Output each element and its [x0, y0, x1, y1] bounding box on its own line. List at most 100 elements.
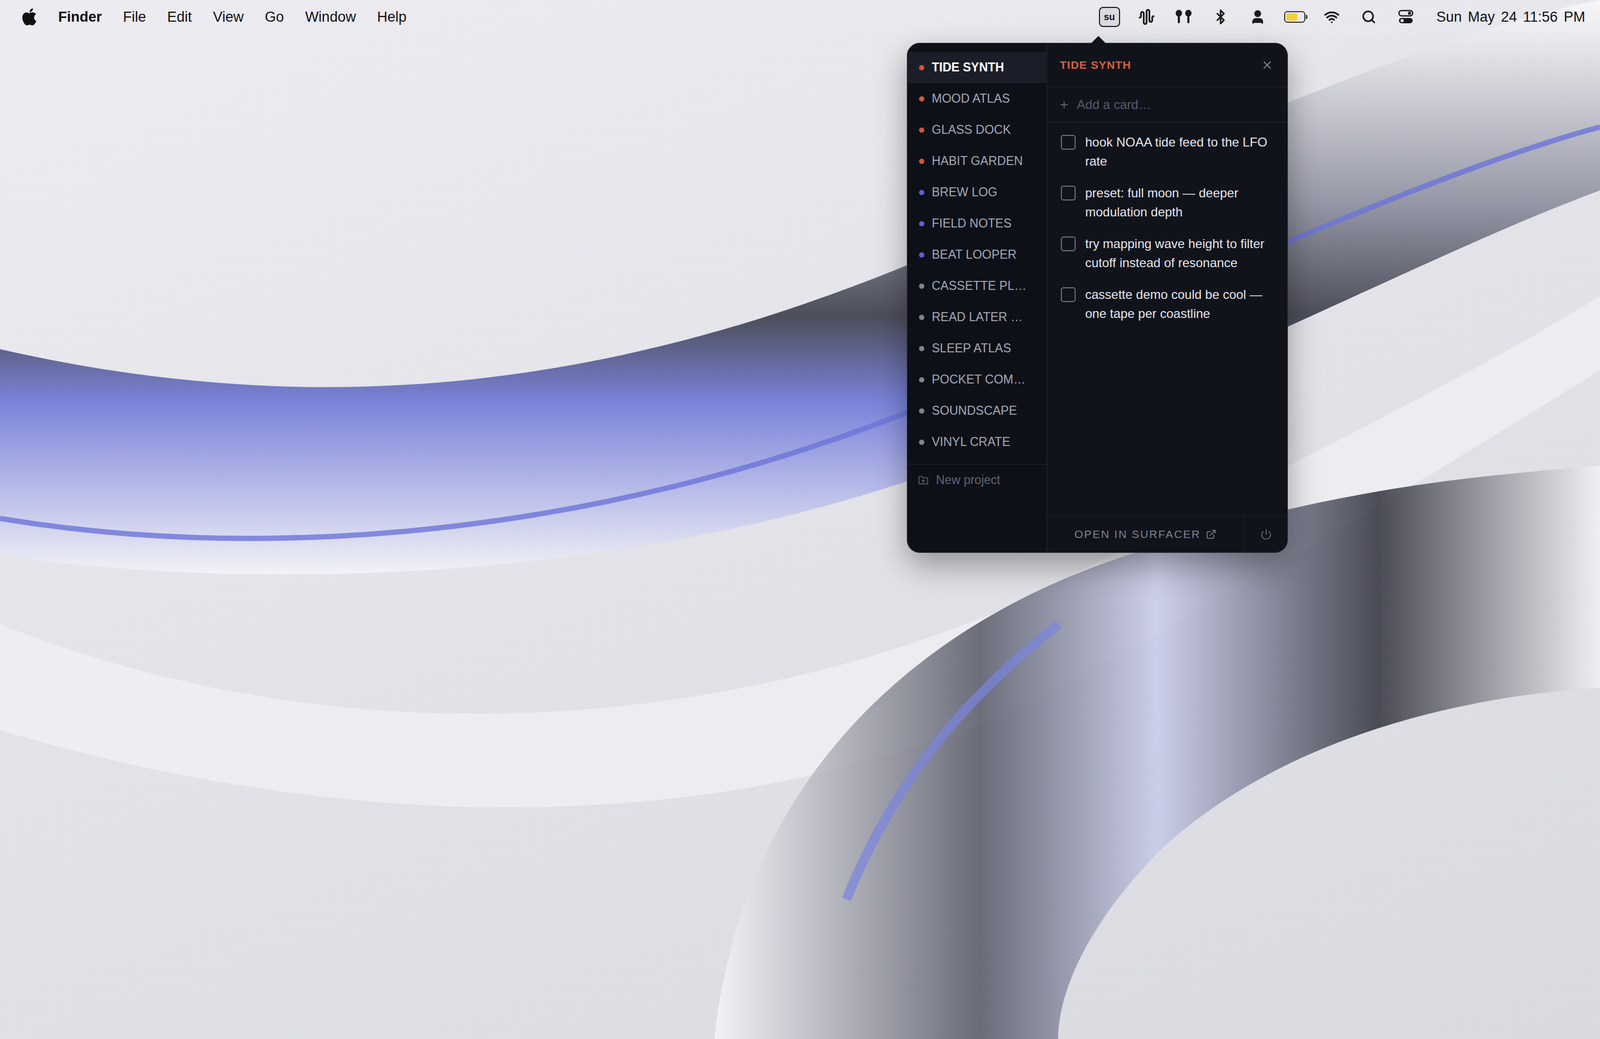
project-dot [919, 252, 925, 258]
add-card-row: + [1047, 87, 1288, 123]
card: try mapping wave height to filter cutoff… [1060, 234, 1275, 273]
card-text: hook NOAA tide feed to the LFO rate [1085, 132, 1275, 171]
project-name: SOUNDSCAPE [931, 403, 1017, 418]
add-card-input[interactable] [1075, 96, 1275, 113]
open-in-app-button[interactable]: OPEN IN SURFACER [1047, 515, 1244, 553]
bluetooth-icon[interactable] [1212, 8, 1229, 25]
project-sidebar: TIDE SYNTH MOOD ATLAS GLASS DOCK HABIT GARD… [907, 43, 1048, 553]
control-center-icon[interactable] [1397, 9, 1414, 25]
project-dot [919, 314, 925, 321]
project-item[interactable]: POCKET COM… [907, 364, 1047, 396]
battery-status[interactable] [1284, 6, 1306, 28]
menu-item[interactable]: File [123, 8, 147, 26]
waveform-status[interactable] [1135, 6, 1158, 28]
project-item[interactable]: CASSETTE PL… [907, 270, 1047, 302]
project-name: POCKET COM… [931, 372, 1026, 387]
project-dot [919, 96, 925, 102]
card: hook NOAA tide feed to the LFO rate [1060, 132, 1275, 171]
card-text: try mapping wave height to filter cutoff… [1085, 234, 1275, 273]
app-menu[interactable]: Finder [58, 8, 103, 26]
project-name: GLASS DOCK [931, 122, 1012, 138]
battery-icon[interactable] [1284, 11, 1306, 23]
menu-item[interactable]: View [213, 8, 244, 26]
card-checkbox[interactable] [1060, 287, 1076, 303]
project-item[interactable]: HABIT GARDEN [907, 145, 1047, 177]
menu-bar: Finder File Edit View Go Window Help su Sun May … [0, 0, 1600, 34]
open-label: OPEN IN SURFACER [1074, 528, 1202, 541]
project-item[interactable]: SLEEP ATLAS [907, 332, 1047, 365]
project-name: TIDE SYNTH [931, 60, 1005, 75]
project-dot [919, 127, 925, 133]
project-dot [919, 221, 925, 227]
project-name: VINYL CRATE [931, 434, 1011, 450]
bluetooth-status[interactable] [1210, 6, 1232, 28]
apple-icon[interactable] [21, 7, 38, 26]
card-checkbox[interactable] [1060, 134, 1076, 150]
project-dot [919, 408, 925, 414]
sidebar-divider [907, 464, 1047, 465]
battery-fill [1286, 13, 1298, 21]
project-dot [919, 346, 925, 352]
new-project-button[interactable]: New project [907, 464, 1047, 496]
close-icon[interactable] [1260, 58, 1274, 72]
project-name: HABIT GARDEN [931, 153, 1023, 169]
quit-button[interactable] [1243, 515, 1288, 553]
user-icon[interactable] [1249, 8, 1266, 25]
waveform-icon[interactable] [1138, 8, 1156, 26]
surfacer-status-item[interactable]: su [1098, 6, 1121, 27]
airpods-icon[interactable] [1174, 8, 1193, 25]
menu-item[interactable]: Window [305, 8, 357, 26]
control-center-status[interactable] [1395, 6, 1417, 28]
menu-item[interactable]: Go [265, 8, 285, 26]
project-title: TIDE SYNTH [1059, 58, 1132, 72]
project-dot [919, 377, 925, 383]
project-item[interactable]: BREW LOG [907, 176, 1047, 208]
wifi-status[interactable] [1321, 6, 1343, 28]
power-icon[interactable] [1260, 528, 1272, 541]
project-item[interactable]: BEAT LOOPER [907, 239, 1047, 271]
menu-item[interactable]: Edit [167, 8, 193, 26]
wifi-icon[interactable] [1323, 8, 1340, 25]
detail-header: TIDE SYNTH [1047, 43, 1288, 88]
search-icon[interactable] [1361, 9, 1377, 25]
project-name: BEAT LOOPER [931, 247, 1017, 262]
detail-footer: OPEN IN SURFACER [1047, 515, 1288, 553]
project-name: SLEEP ATLAS [931, 341, 1012, 356]
desktop: Finder File Edit View Go Window Help su Sun May … [0, 0, 1600, 1039]
card-list: hook NOAA tide feed to the LFO rate prese… [1047, 122, 1288, 516]
project-item[interactable]: GLASS DOCK [907, 114, 1047, 146]
add-card-icon[interactable]: + [1059, 96, 1069, 114]
project-dot [919, 439, 925, 445]
project-dot [919, 189, 925, 196]
airpods-status[interactable] [1173, 6, 1195, 28]
status-area: su Sun May 24 11:56 PM [1098, 6, 1586, 28]
project-item[interactable]: SOUNDSCAPE [907, 395, 1047, 427]
card: cassette demo could be cool — one tape p… [1060, 285, 1275, 324]
project-name: CASSETTE PL… [931, 278, 1027, 294]
project-item[interactable]: FIELD NOTES [907, 207, 1047, 240]
close-button[interactable] [1258, 56, 1276, 74]
user-status[interactable] [1247, 6, 1269, 28]
card: preset: full moon — deeper modulation de… [1060, 183, 1275, 222]
project-name: MOOD ATLAS [931, 91, 1011, 106]
project-item[interactable]: MOOD ATLAS [907, 83, 1047, 115]
menu-item[interactable]: Help [377, 8, 407, 26]
clock[interactable]: Sun May 24 11:56 PM [1436, 8, 1586, 26]
project-item[interactable]: READ LATER … [907, 301, 1047, 333]
project-dot [919, 158, 925, 165]
popover-arrow [1091, 35, 1106, 44]
menu-left: Finder File Edit View Go Window Help [21, 7, 407, 26]
card-checkbox[interactable] [1060, 236, 1076, 252]
surfacer-popover: TIDE SYNTH MOOD ATLAS GLASS DOCK HABIT GARD… [906, 42, 1288, 553]
folder-icon [917, 475, 929, 486]
project-dot [919, 283, 925, 289]
card-text: preset: full moon — deeper modulation de… [1085, 183, 1275, 222]
external-link-icon [1205, 529, 1217, 540]
wallpaper [0, 0, 1600, 1039]
project-name: READ LATER … [931, 310, 1023, 325]
project-item[interactable]: VINYL CRATE [907, 426, 1047, 458]
project-item[interactable]: TIDE SYNTH [907, 51, 1047, 84]
new-project-label: New project [935, 473, 1000, 488]
spotlight-status[interactable] [1358, 6, 1380, 28]
card-checkbox[interactable] [1060, 185, 1076, 201]
